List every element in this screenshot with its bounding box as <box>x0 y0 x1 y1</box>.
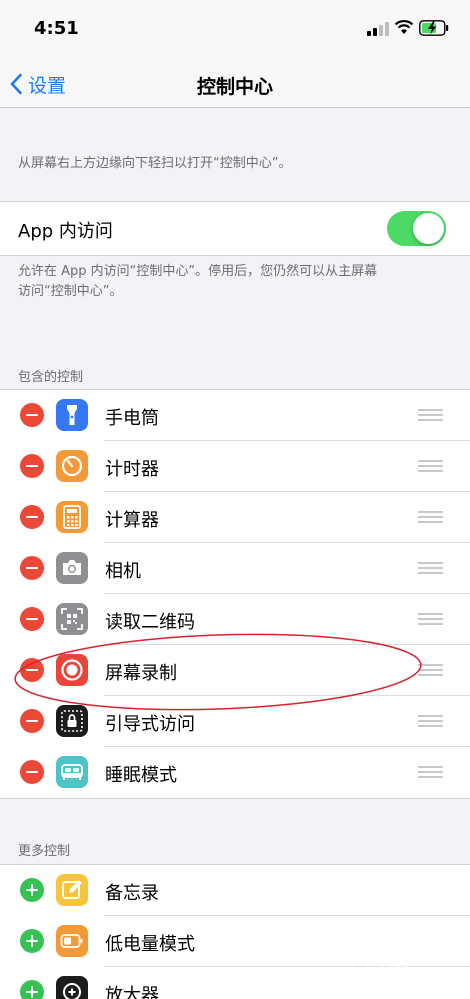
control-label: 放大器 <box>105 985 159 999</box>
list-item: 相机 <box>0 543 470 594</box>
remove-icon[interactable] <box>20 709 44 733</box>
list-item: 屏幕录制 <box>0 645 470 696</box>
control-label: 计算器 <box>105 510 159 531</box>
included-controls-list: 手电筒 计时器 计算器 相机 读取二维码 屏幕录制 引导式访问 睡眠模式 <box>0 389 470 799</box>
access-in-apps-group: App 内访问 <box>0 201 470 256</box>
qr-code-icon <box>56 603 88 635</box>
remove-icon[interactable] <box>20 658 44 682</box>
list-item: 计时器 <box>0 441 470 492</box>
reorder-handle-icon[interactable] <box>418 460 443 472</box>
control-label: 手电筒 <box>105 408 159 429</box>
access-hint-line1: 允许在 App 内访问“控制中心”。停用后，您仍然可以从主屏幕 <box>18 264 378 279</box>
control-label: 计时器 <box>105 459 159 480</box>
control-label: 备忘录 <box>105 883 159 904</box>
remove-icon[interactable] <box>20 505 44 529</box>
control-label: 读取二维码 <box>105 612 195 633</box>
list-item: 睡眠模式 <box>0 747 470 798</box>
remove-icon[interactable] <box>20 556 44 580</box>
add-icon[interactable] <box>20 980 44 999</box>
watermark: 经验 <box>346 948 466 988</box>
control-label: 睡眠模式 <box>105 765 177 786</box>
list-item: 计算器 <box>0 492 470 543</box>
list-item: 引导式访问 <box>0 696 470 747</box>
swipe-hint: 从屏幕右上方边缘向下轻扫以打开“控制中心”。 <box>18 156 292 171</box>
list-item: 备忘录 <box>0 865 470 916</box>
flashlight-icon <box>56 399 88 431</box>
access-hint-line2: 访问“控制中心”。 <box>18 284 123 299</box>
reorder-handle-icon[interactable] <box>418 664 443 676</box>
remove-icon[interactable] <box>20 760 44 784</box>
reorder-handle-icon[interactable] <box>418 562 443 574</box>
more-controls-header: 更多控制 <box>18 844 71 859</box>
status-time: 4:51 <box>34 18 79 39</box>
low-power-icon <box>56 925 88 957</box>
guided-access-icon <box>56 705 88 737</box>
camera-icon <box>56 552 88 584</box>
calculator-icon <box>56 501 88 533</box>
reorder-handle-icon[interactable] <box>418 613 443 625</box>
screen-record-icon <box>56 654 88 686</box>
toggle-knob <box>413 213 444 244</box>
remove-icon[interactable] <box>20 454 44 478</box>
reorder-handle-icon[interactable] <box>418 409 443 421</box>
magnifier-icon <box>56 976 88 999</box>
add-icon[interactable] <box>20 878 44 902</box>
watermark-text: 经验 <box>378 962 411 981</box>
reorder-handle-icon[interactable] <box>418 715 443 727</box>
list-item: 手电筒 <box>0 390 470 441</box>
navigation-bar: 设置 控制中心 <box>0 60 470 108</box>
wifi-icon <box>394 20 414 34</box>
access-in-apps-row: App 内访问 <box>0 202 470 255</box>
control-label: 引导式访问 <box>105 714 195 735</box>
access-in-apps-toggle[interactable] <box>387 211 446 246</box>
control-label: 相机 <box>105 561 141 582</box>
reorder-handle-icon[interactable] <box>418 511 443 523</box>
control-label: 屏幕录制 <box>105 663 177 684</box>
status-bar: 4:51 <box>0 0 470 60</box>
page-title: 控制中心 <box>196 76 273 98</box>
timer-icon <box>56 450 88 482</box>
add-icon[interactable] <box>20 929 44 953</box>
access-in-apps-label: App 内访问 <box>18 221 113 242</box>
notes-icon <box>56 874 88 906</box>
cellular-signal-icon <box>367 22 389 36</box>
included-controls-header: 包含的控制 <box>18 370 84 385</box>
battery-charging-icon <box>419 20 449 36</box>
bed-icon <box>56 756 88 788</box>
list-item: 读取二维码 <box>0 594 470 645</box>
remove-icon[interactable] <box>20 403 44 427</box>
control-label: 低电量模式 <box>105 934 195 955</box>
paw-logo-icon <box>350 956 370 979</box>
access-hint: 允许在 App 内访问“控制中心”。停用后，您仍然可以从主屏幕 访问“控制中心”… <box>18 262 377 302</box>
reorder-handle-icon[interactable] <box>418 766 443 778</box>
remove-icon[interactable] <box>20 607 44 631</box>
